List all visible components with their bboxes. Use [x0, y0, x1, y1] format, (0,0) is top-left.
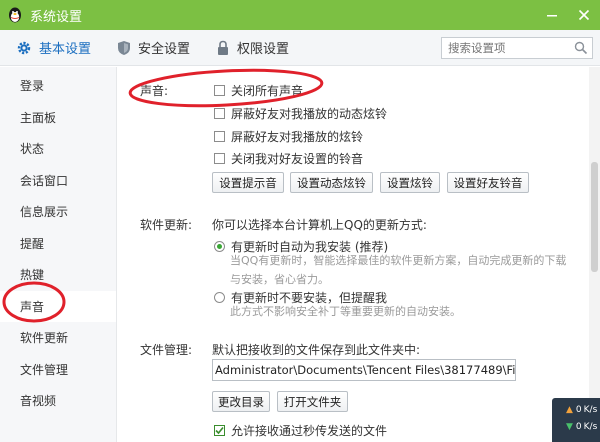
window-title: 系统设置 — [30, 9, 83, 25]
tab-permission-settings-label: 权限设置 — [237, 42, 290, 57]
sidebar-item-status[interactable]: 状态 — [0, 133, 116, 165]
scrollbar-thumb[interactable] — [591, 162, 598, 272]
minimize-icon — [547, 15, 557, 17]
close-button[interactable] — [568, 0, 600, 30]
settings-sidebar: 登录 主面板 状态 会话窗口 信息展示 提醒 热键 声音 软件更新 文件管理 音… — [0, 67, 117, 442]
disable-friend-ringtone-label: 关闭我对好友设置的铃音 — [231, 152, 364, 166]
block-ring-checkbox[interactable] — [214, 131, 225, 142]
sidebar-item-sound[interactable]: 声音 — [0, 290, 116, 322]
sidebar-item-main-panel[interactable]: 主面板 — [0, 102, 116, 134]
block-ring-label: 屏蔽好友对我播放的炫铃 — [231, 130, 364, 144]
notify-only-description: 此方式不影响安全补丁等重要更新的自动安装。 — [230, 305, 461, 318]
disable-friend-ringtone-checkbox-row[interactable]: 关闭我对好友设置的铃音 — [214, 150, 363, 167]
upload-arrow-icon: ▲ — [566, 405, 573, 415]
auto-install-description-line2: 与安装，省心省力。 — [230, 273, 329, 286]
auto-install-radio[interactable] — [214, 241, 225, 252]
file-intro: 默认把接收到的文件保存到此文件夹中: — [212, 343, 421, 357]
sidebar-item-label: 提醒 — [20, 236, 45, 251]
gear-icon — [16, 40, 32, 56]
update-section-label: 软件更新: — [140, 218, 193, 232]
sidebar-item-label: 音视频 — [20, 394, 57, 409]
sidebar-item-label: 信息展示 — [20, 205, 69, 220]
set-friend-ringtone-button[interactable]: 设置好友铃音 — [447, 172, 529, 193]
allow-instant-transfer-checkbox[interactable] — [214, 425, 225, 436]
allow-instant-transfer-label: 允许接收通过秒传发送的文件 — [231, 424, 388, 438]
open-folder-button[interactable]: 打开文件夹 — [277, 391, 348, 412]
allow-instant-transfer-checkbox-row[interactable]: 允许接收通过秒传发送的文件 — [214, 422, 387, 439]
settings-content: 声音: 关闭所有声音 屏蔽好友对我播放的动态炫铃 屏蔽好友对我播放的炫铃 关闭我… — [118, 67, 600, 442]
sidebar-item-reminder[interactable]: 提醒 — [0, 228, 116, 260]
upload-speed-value: 0 — [575, 405, 582, 415]
sidebar-item-chat-window[interactable]: 会话窗口 — [0, 165, 116, 197]
search-icon[interactable] — [574, 41, 588, 58]
sound-section-label: 声音: — [140, 84, 169, 98]
mute-all-label: 关闭所有声音 — [231, 84, 304, 98]
content-scrollbar[interactable] — [589, 67, 600, 442]
search-input[interactable] — [442, 38, 566, 58]
tab-security-settings[interactable]: 安全设置 — [107, 30, 200, 66]
tab-security-settings-label: 安全设置 — [138, 42, 191, 57]
close-icon — [578, 9, 590, 21]
download-arrow-icon: ▼ — [566, 422, 573, 432]
block-dynamic-ring-checkbox-row[interactable]: 屏蔽好友对我播放的动态炫铃 — [214, 105, 387, 122]
sidebar-item-label: 热键 — [20, 268, 45, 283]
qq-penguin-icon — [6, 6, 24, 24]
sidebar-item-file-management[interactable]: 文件管理 — [0, 354, 116, 386]
set-dynamic-ring-button[interactable]: 设置动态炫铃 — [290, 172, 373, 193]
block-ring-checkbox-row[interactable]: 屏蔽好友对我播放的炫铃 — [214, 128, 363, 145]
sidebar-item-label: 软件更新 — [20, 331, 69, 346]
mute-all-checkbox-row[interactable]: 关闭所有声音 — [214, 82, 303, 99]
checkmark-icon — [215, 426, 224, 435]
download-speed-value: 0 — [575, 422, 582, 432]
update-intro: 你可以选择本台计算机上QQ的更新方式: — [212, 218, 427, 232]
settings-search[interactable] — [441, 37, 593, 59]
sidebar-item-label: 登录 — [20, 79, 45, 94]
change-directory-button[interactable]: 更改目录 — [212, 391, 270, 412]
file-section-label: 文件管理: — [140, 343, 193, 357]
sidebar-item-login[interactable]: 登录 — [0, 70, 116, 102]
sidebar-item-audio-video[interactable]: 音视频 — [0, 385, 116, 417]
tab-basic-settings[interactable]: 基本设置 — [6, 30, 101, 66]
sidebar-item-label: 状态 — [20, 142, 45, 157]
mute-all-checkbox[interactable] — [214, 85, 225, 96]
tab-basic-settings-label: 基本设置 — [39, 42, 92, 57]
download-speed-unit: K/s — [583, 422, 598, 432]
sidebar-item-info-display[interactable]: 信息展示 — [0, 196, 116, 228]
minimize-button[interactable] — [536, 0, 568, 30]
disable-friend-ringtone-checkbox[interactable] — [214, 153, 225, 164]
block-dynamic-ring-checkbox[interactable] — [214, 108, 225, 119]
upload-speed-unit: K/s — [583, 405, 598, 415]
tab-permission-settings[interactable]: 权限设置 — [206, 30, 299, 66]
shield-icon — [117, 40, 131, 56]
notify-only-radio[interactable] — [214, 292, 225, 303]
receive-folder-path-field[interactable]: Administrator\Documents\Tencent Files\38… — [212, 359, 516, 381]
sidebar-item-label: 会话窗口 — [20, 173, 69, 188]
sidebar-item-software-update[interactable]: 软件更新 — [0, 322, 116, 354]
network-speed-widget[interactable]: ▲ 0 K/s ▼ 0 K/s — [552, 398, 600, 442]
set-ring-button[interactable]: 设置炫铃 — [380, 172, 440, 193]
sidebar-item-hotkeys[interactable]: 热键 — [0, 259, 116, 291]
block-dynamic-ring-label: 屏蔽好友对我播放的动态炫铃 — [231, 107, 388, 121]
auto-install-description-line1: 当QQ有更新时，智能选择最佳的软件更新方案，自动完成更新的下载 — [230, 254, 567, 267]
title-bar[interactable]: 系统设置 — [0, 0, 600, 30]
sidebar-item-label: 声音 — [20, 299, 45, 314]
sidebar-item-label: 主面板 — [20, 110, 57, 125]
set-prompt-sound-button[interactable]: 设置提示音 — [212, 172, 284, 193]
lock-icon — [216, 40, 230, 56]
sidebar-item-label: 文件管理 — [20, 362, 69, 377]
